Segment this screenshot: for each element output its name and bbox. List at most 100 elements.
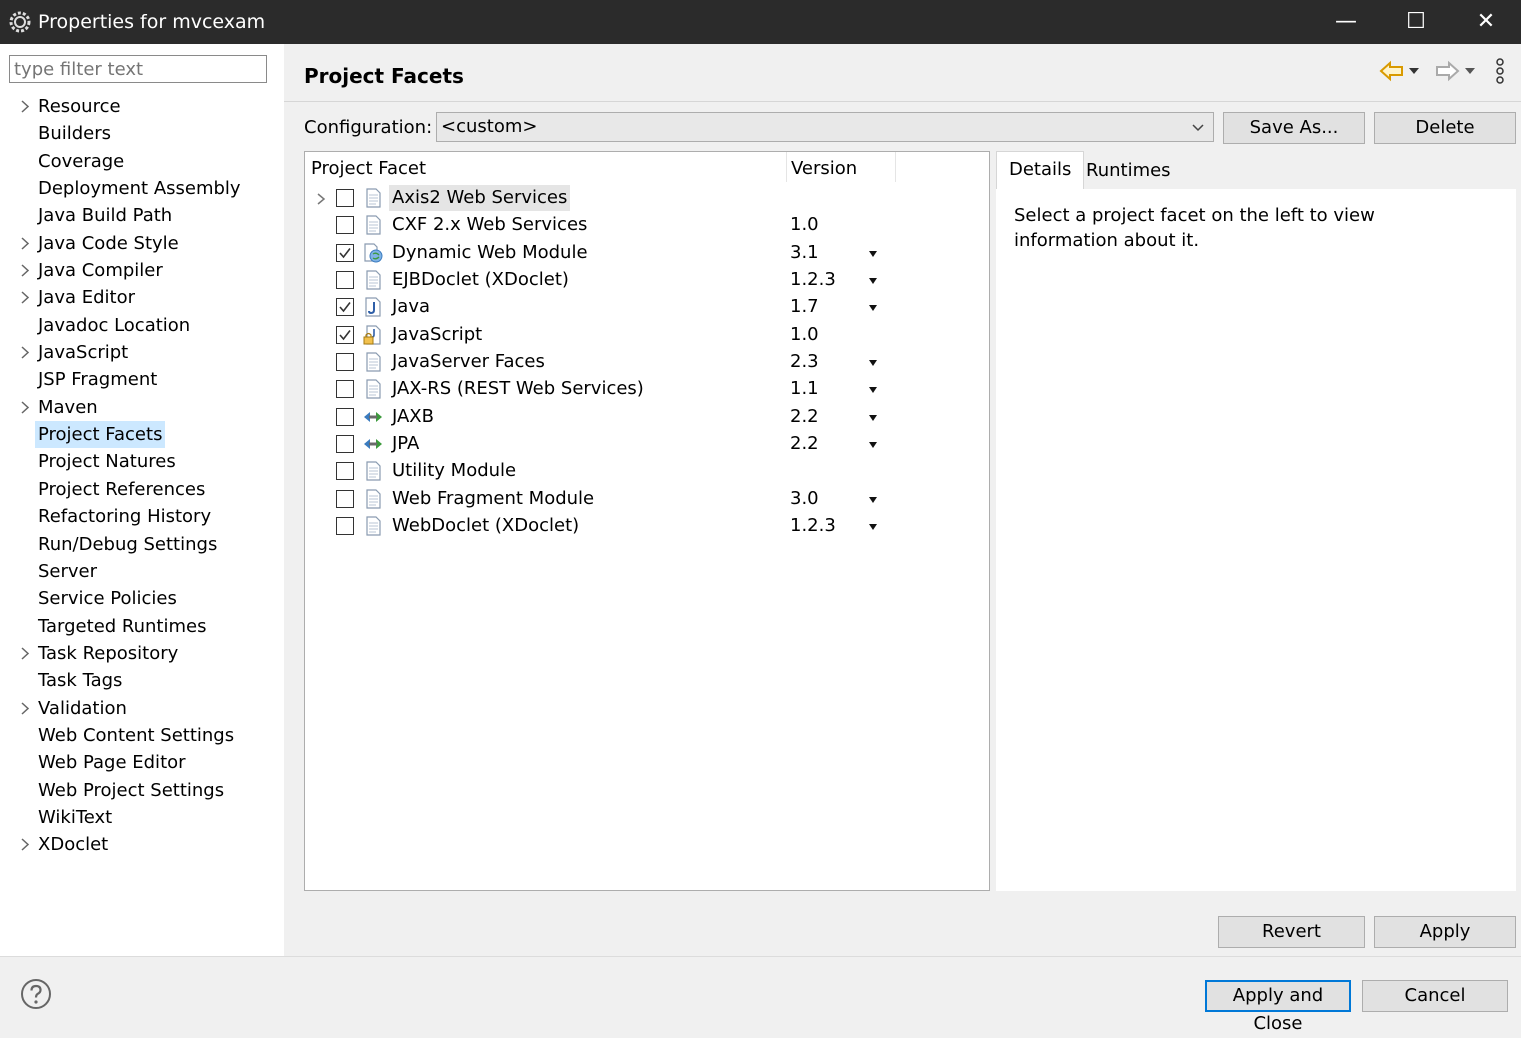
tab-runtimes[interactable]: Runtimes [1074,153,1183,191]
chevron-right-icon[interactable] [18,339,32,366]
facet-version[interactable]: 1.2.3 [790,513,836,539]
forward-arrow-icon[interactable] [1432,56,1462,86]
facet-version[interactable]: 1.1 [790,376,819,402]
facet-checkbox[interactable] [336,189,354,207]
sidebar-item-project-natures[interactable]: Project Natures [0,448,284,475]
version-dropdown-icon[interactable] [868,386,878,394]
column-header-facet[interactable]: Project Facet [311,158,426,179]
sidebar-item-project-references[interactable]: Project References [0,476,284,503]
table-row[interactable]: JAXB 2.2 [305,404,989,431]
facet-version[interactable]: 3.0 [790,486,819,512]
revert-button[interactable]: Revert [1218,916,1365,948]
facet-checkbox[interactable] [336,271,354,289]
facet-checkbox[interactable] [336,353,354,371]
sidebar-item-wikitext[interactable]: WikiText [0,804,284,831]
chevron-right-icon[interactable] [18,640,32,667]
version-dropdown-icon[interactable] [868,441,878,449]
save-as-button[interactable]: Save As... [1223,112,1365,144]
table-row[interactable]: Web Fragment Module 3.0 [305,486,989,513]
table-row[interactable]: Axis2 Web Services [305,185,989,212]
table-row[interactable]: Dynamic Web Module 3.1 [305,240,989,267]
sidebar-item-server[interactable]: Server [0,558,284,585]
sidebar-item-web-content-settings[interactable]: Web Content Settings [0,722,284,749]
sidebar-item-task-repository[interactable]: Task Repository [0,640,284,667]
chevron-right-icon[interactable] [18,695,32,722]
version-dropdown-icon[interactable] [868,523,878,531]
table-row[interactable]: JAX-RS (REST Web Services) 1.1 [305,376,989,403]
apply-button[interactable]: Apply [1374,916,1516,948]
table-row[interactable]: JPA 2.2 [305,431,989,458]
sidebar-item-java-code-style[interactable]: Java Code Style [0,230,284,257]
table-row[interactable]: CXF 2.x Web Services 1.0 [305,212,989,239]
sidebar-item-targeted-runtimes[interactable]: Targeted Runtimes [0,613,284,640]
delete-button[interactable]: Delete [1374,112,1516,144]
minimize-button[interactable]: — [1311,0,1381,44]
version-dropdown-icon[interactable] [868,277,878,285]
chevron-right-icon[interactable] [18,394,32,421]
facet-checkbox[interactable] [336,380,354,398]
facet-checkbox[interactable] [336,216,354,234]
table-row[interactable]: JavaScript 1.0 [305,322,989,349]
chevron-right-icon[interactable] [18,230,32,257]
back-menu-icon[interactable] [1406,56,1422,86]
version-dropdown-icon[interactable] [868,359,878,367]
version-dropdown-icon[interactable] [868,414,878,422]
sidebar-item-web-project-settings[interactable]: Web Project Settings [0,777,284,804]
chevron-right-icon[interactable] [18,284,32,311]
forward-menu-icon[interactable] [1462,56,1478,86]
tab-details[interactable]: Details [996,151,1085,189]
sidebar-item-deployment-assembly[interactable]: Deployment Assembly [0,175,284,202]
maximize-button[interactable]: ☐ [1381,0,1451,44]
version-dropdown-icon[interactable] [868,304,878,312]
table-row[interactable]: JavaServer Faces 2.3 [305,349,989,376]
chevron-right-icon[interactable] [314,190,328,208]
help-icon[interactable] [20,978,52,1010]
facet-version[interactable]: 1.7 [790,294,819,320]
facet-checkbox[interactable] [336,517,354,535]
facet-checkbox[interactable] [336,435,354,453]
sidebar-item-web-page-editor[interactable]: Web Page Editor [0,749,284,776]
sidebar-item-task-tags[interactable]: Task Tags [0,667,284,694]
facet-checkbox[interactable] [336,298,354,316]
close-button[interactable]: ✕ [1451,0,1521,44]
facet-checkbox[interactable] [336,490,354,508]
facet-version[interactable]: 2.3 [790,349,819,375]
version-dropdown-icon[interactable] [868,250,878,258]
sidebar-item-java-editor[interactable]: Java Editor [0,284,284,311]
facet-checkbox[interactable] [336,326,354,344]
facet-version[interactable]: 3.1 [790,240,819,266]
chevron-right-icon[interactable] [18,93,32,120]
facet-checkbox[interactable] [336,408,354,426]
sidebar-item-service-policies[interactable]: Service Policies [0,585,284,612]
sidebar-item-xdoclet[interactable]: XDoclet [0,831,284,858]
sidebar-item-javascript[interactable]: JavaScript [0,339,284,366]
facet-version[interactable]: 1.2.3 [790,267,836,293]
facet-version[interactable]: 2.2 [790,431,819,457]
back-arrow-icon[interactable] [1377,56,1407,86]
chevron-right-icon[interactable] [18,257,32,284]
sidebar-item-javadoc-location[interactable]: Javadoc Location [0,312,284,339]
table-row[interactable]: WebDoclet (XDoclet) 1.2.3 [305,513,989,540]
table-row[interactable]: Java 1.7 [305,294,989,321]
sidebar-item-maven[interactable]: Maven [0,394,284,421]
facet-checkbox[interactable] [336,244,354,262]
apply-and-close-button[interactable]: Apply and Close [1205,980,1351,1034]
table-row[interactable]: Utility Module [305,458,989,485]
more-menu-icon[interactable] [1492,56,1508,86]
cancel-button[interactable]: Cancel [1362,980,1508,1012]
sidebar-item-java-build-path[interactable]: Java Build Path [0,202,284,229]
sidebar-item-builders[interactable]: Builders [0,120,284,147]
sidebar-item-refactoring-history[interactable]: Refactoring History [0,503,284,530]
table-row[interactable]: EJBDoclet (XDoclet) 1.2.3 [305,267,989,294]
chevron-right-icon[interactable] [18,831,32,858]
filter-input[interactable] [9,55,267,83]
facet-version[interactable]: 2.2 [790,404,819,430]
sidebar-item-java-compiler[interactable]: Java Compiler [0,257,284,284]
configuration-select[interactable]: <custom> [436,112,1214,142]
sidebar-item-resource[interactable]: Resource [0,93,284,120]
sidebar-item-validation[interactable]: Validation [0,695,284,722]
sidebar-item-jsp-fragment[interactable]: JSP Fragment [0,366,284,393]
version-dropdown-icon[interactable] [868,496,878,504]
column-header-version[interactable]: Version [791,158,857,179]
sidebar-item-project-facets[interactable]: Project Facets [0,421,284,449]
